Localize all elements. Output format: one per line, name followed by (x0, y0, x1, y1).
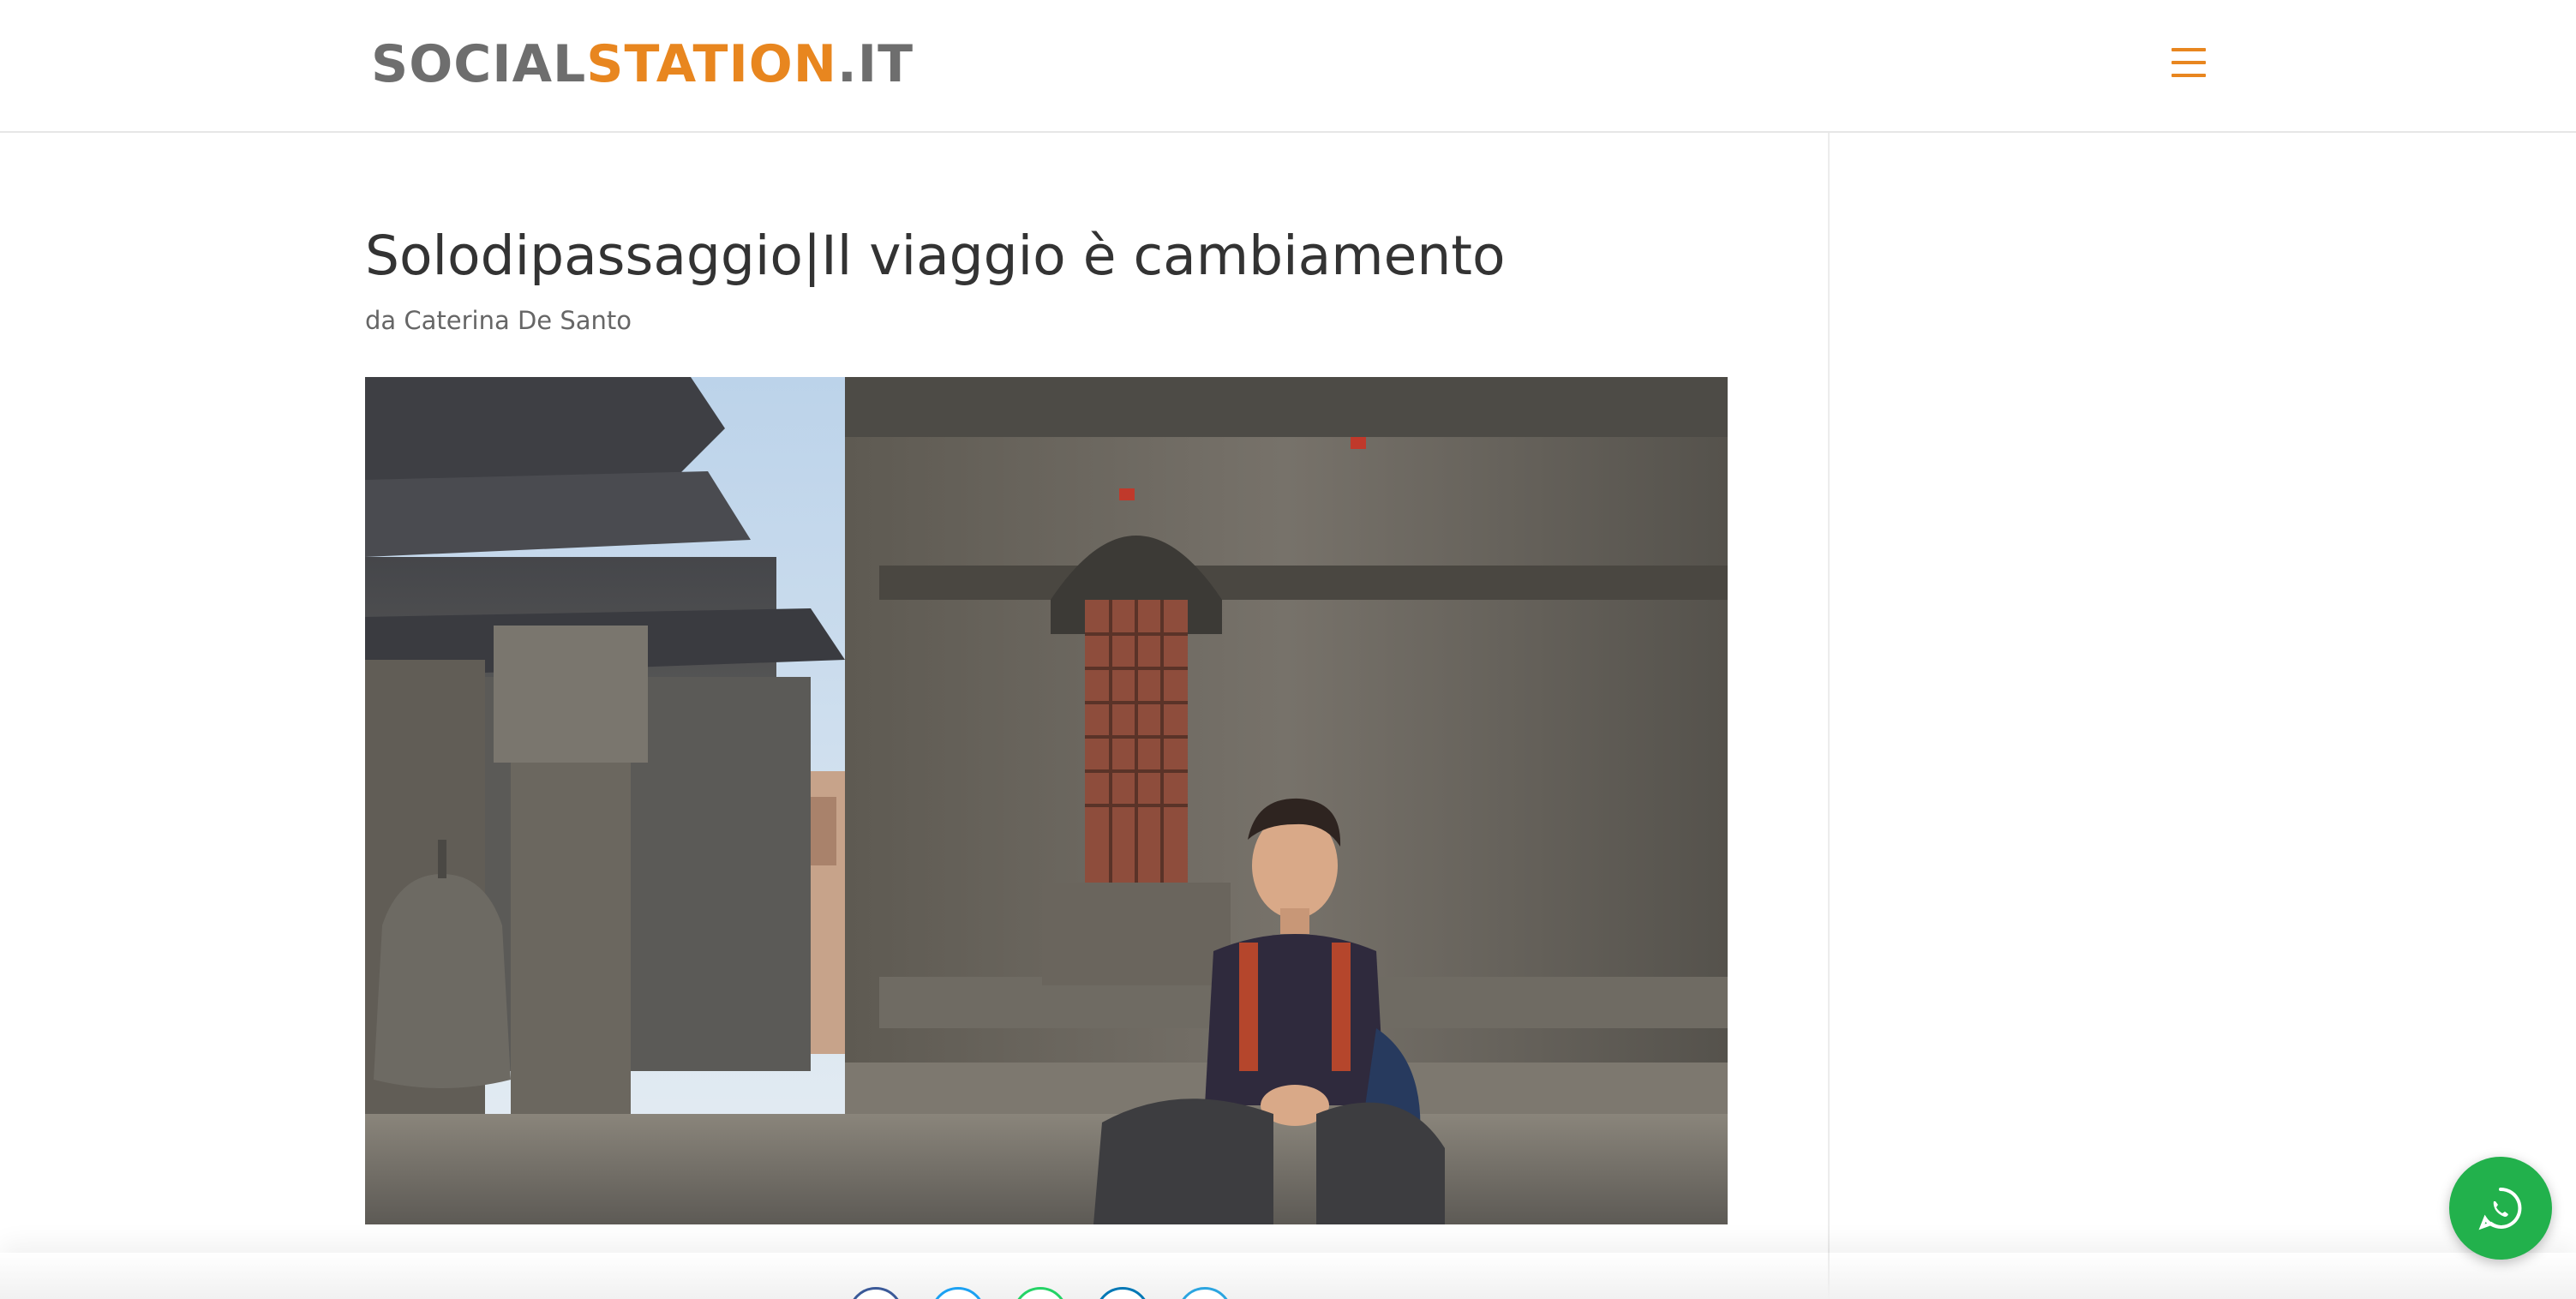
hamburger-icon[interactable] (2172, 48, 2206, 77)
featured-image (365, 377, 1728, 1224)
article-title: Solodipassaggio|Il viaggio è cambiamento (365, 224, 1506, 287)
page: SOCIALSTATION.IT Solodipassaggio|Il viag… (0, 0, 2576, 1299)
featured-image-graphic (365, 377, 1728, 1224)
logo-station: STATION (586, 34, 837, 94)
site-logo[interactable]: SOCIALSTATION.IT (371, 33, 914, 96)
logo-social: SOCIAL (371, 34, 587, 94)
bottom-fade (0, 1253, 2576, 1299)
sidebar-divider (1828, 133, 1830, 1299)
article-byline: da Caterina De Santo (365, 306, 632, 335)
logo-tld: .IT (836, 34, 914, 94)
site-header: SOCIALSTATION.IT (0, 0, 2576, 133)
whatsapp-chat-button[interactable] (2449, 1157, 2552, 1260)
whatsapp-icon (2478, 1187, 2522, 1230)
